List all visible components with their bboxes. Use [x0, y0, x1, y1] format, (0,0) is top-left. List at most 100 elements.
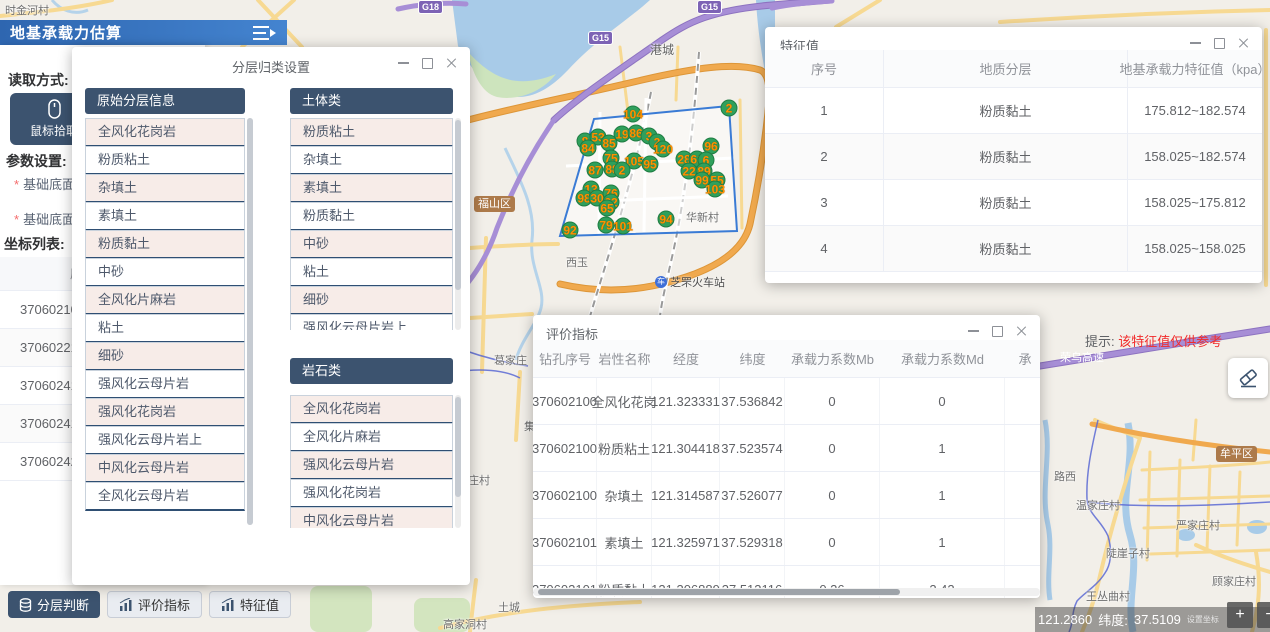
- latitude-label: 纬度:: [1098, 610, 1128, 629]
- maximize-icon[interactable]: [991, 324, 1004, 337]
- table-cell: 素填土: [597, 519, 652, 565]
- coordinate-extra-label: 设置坐标: [1187, 614, 1219, 625]
- layer-item[interactable]: 中砂: [290, 230, 453, 259]
- minimize-icon[interactable]: [1189, 36, 1202, 49]
- borehole-marker[interactable]: 2: [614, 162, 631, 179]
- minimize-icon[interactable]: [967, 324, 980, 337]
- station-label: 车芝罘火车站: [655, 274, 725, 290]
- layer-item[interactable]: 粉质粘土: [290, 118, 453, 147]
- original-layers-header: 原始分层信息: [85, 88, 245, 114]
- layer-item[interactable]: 细砂: [85, 342, 245, 371]
- borehole-number: 103: [705, 182, 725, 196]
- table-row[interactable]: 3粉质黏土158.025~175.812: [765, 180, 1262, 226]
- map-label: 土城: [498, 599, 520, 615]
- map-label: 顾家庄村: [1212, 573, 1256, 589]
- layer-item[interactable]: 素填土: [290, 174, 453, 203]
- table-row[interactable]: 4粉质黏土158.025~158.025: [765, 226, 1262, 272]
- close-icon[interactable]: [445, 56, 458, 69]
- borehole-marker[interactable]: 103: [707, 181, 724, 198]
- layer-item[interactable]: 全风化片麻岩: [290, 423, 453, 452]
- layer-item[interactable]: 强风化云母片岩上: [290, 314, 453, 330]
- table-cell: 37.526077: [720, 472, 785, 518]
- station-name: 芝罘火车站: [670, 274, 725, 290]
- map-label: 西玉: [566, 254, 588, 270]
- column-header: 地基承载力特征值（kpa）: [1128, 50, 1262, 87]
- district-badge: 福山区: [474, 196, 515, 212]
- layer-item[interactable]: 强风化云母片岩: [290, 451, 453, 480]
- scrollbar[interactable]: [455, 395, 461, 528]
- zoom-out-button[interactable]: −: [1257, 602, 1270, 628]
- layer-item[interactable]: 全风化花岗岩: [85, 118, 245, 147]
- borehole-marker[interactable]: 94: [658, 211, 675, 228]
- close-icon[interactable]: [1015, 324, 1028, 337]
- horizontal-scrollbar[interactable]: [533, 588, 1040, 596]
- layer-item[interactable]: 素填土: [85, 202, 245, 231]
- table-cell: 37.523574: [720, 425, 785, 471]
- highway-badge: G18: [418, 0, 443, 14]
- borehole-marker[interactable]: 101: [615, 218, 632, 235]
- maximize-icon[interactable]: [421, 56, 434, 69]
- borehole-marker[interactable]: 104: [625, 106, 642, 123]
- borehole-marker[interactable]: 65: [599, 200, 616, 217]
- table-row[interactable]: 1粉质黏土175.812~182.574: [765, 88, 1262, 134]
- layer-judge-button[interactable]: 分层判断: [8, 591, 100, 618]
- layer-item[interactable]: 全风化云母片岩: [85, 482, 245, 511]
- borehole-marker[interactable]: 87: [587, 162, 604, 179]
- layer-item[interactable]: 粘土: [85, 314, 245, 343]
- layer-item[interactable]: 杂填土: [85, 174, 245, 203]
- table-row[interactable]: 370602100粉质粘土121.30441837.52357401: [533, 425, 1040, 472]
- zoom-in-button[interactable]: +: [1227, 602, 1253, 628]
- table-cell: 370602101: [533, 519, 597, 565]
- original-layers-list: 全风化花岗岩粉质粘土杂填土素填土粉质黏土中砂全风化片麻岩粘土细砂强风化云母片岩强…: [85, 118, 245, 525]
- table-cell: 粉质黏土: [884, 88, 1128, 133]
- column-header: 钻孔序号: [533, 340, 597, 377]
- maximize-icon[interactable]: [1213, 36, 1226, 49]
- layer-item[interactable]: 中砂: [85, 258, 245, 287]
- column-header: 经度: [652, 340, 720, 377]
- district-badge: 牟平区: [1216, 446, 1257, 462]
- layer-item[interactable]: 粘土: [290, 258, 453, 287]
- table-cell: 1: [765, 88, 884, 133]
- layer-item[interactable]: 全风化片麻岩: [85, 286, 245, 315]
- scrollbar[interactable]: [247, 118, 253, 525]
- borehole-marker[interactable]: 2: [721, 100, 738, 117]
- layer-item[interactable]: 粉质黏土: [290, 202, 453, 231]
- table-row[interactable]: 370602100杂填土121.31458737.52607701: [533, 472, 1040, 519]
- app-root: 时金河村港城G15G15G18福山区华新村西玉车芝罘火车站葛家庄集陈家庄村土城高…: [0, 0, 1270, 632]
- scrollbar[interactable]: [455, 118, 461, 330]
- borehole-number: 101: [613, 219, 633, 233]
- table-cell: 4: [765, 226, 884, 271]
- table-row[interactable]: 370602101素填土121.32597137.52931801: [533, 519, 1040, 566]
- layer-item[interactable]: 强风化云母片岩上: [85, 426, 245, 455]
- layer-item[interactable]: 强风化花岗岩: [290, 479, 453, 508]
- table-cell: 粉质黏土: [884, 180, 1128, 225]
- table-row[interactable]: 2粉质黏土158.025~182.574: [765, 134, 1262, 180]
- table-row[interactable]: 370602100全风化花岗121.32333137.53684200: [533, 378, 1040, 425]
- layer-item[interactable]: 全风化花岗岩: [290, 395, 453, 424]
- table-cell: 粉质黏土: [884, 134, 1128, 179]
- mouse-pick-label: 鼠标拾取: [30, 122, 78, 139]
- borehole-marker[interactable]: 79: [598, 217, 615, 234]
- layer-item[interactable]: 杂填土: [290, 146, 453, 175]
- borehole-marker[interactable]: 95: [642, 156, 659, 173]
- evaluation-button[interactable]: 评价指标: [107, 591, 202, 618]
- borehole-marker[interactable]: 120: [655, 141, 672, 158]
- close-icon[interactable]: [1237, 36, 1250, 49]
- layer-item[interactable]: 粉质粘土: [85, 146, 245, 175]
- layer-item[interactable]: 中风化云母片岩: [85, 454, 245, 483]
- eraser-button[interactable]: [1228, 358, 1268, 398]
- menu-icon[interactable]: [253, 25, 277, 41]
- borehole-marker[interactable]: 84: [580, 140, 597, 157]
- app-title-bar: 地基承载力估算: [0, 20, 287, 45]
- minimize-icon[interactable]: [397, 56, 410, 69]
- table-cell: 杂填土: [597, 472, 652, 518]
- classify-dialog: 分层归类设置 原始分层信息 全风化花岗岩粉质粘土杂填土素填土粉质黏土中砂全风化片…: [72, 47, 470, 585]
- layer-item[interactable]: 强风化云母片岩: [85, 370, 245, 399]
- eigenvalue-button[interactable]: 特征值: [209, 591, 291, 618]
- longitude-value: 121.2860: [1038, 612, 1092, 627]
- borehole-marker[interactable]: 92: [562, 222, 579, 239]
- layer-item[interactable]: 强风化花岗岩: [85, 398, 245, 427]
- layer-item[interactable]: 粉质黏土: [85, 230, 245, 259]
- layer-item[interactable]: 细砂: [290, 286, 453, 315]
- layer-item[interactable]: 中风化云母片岩: [290, 507, 453, 528]
